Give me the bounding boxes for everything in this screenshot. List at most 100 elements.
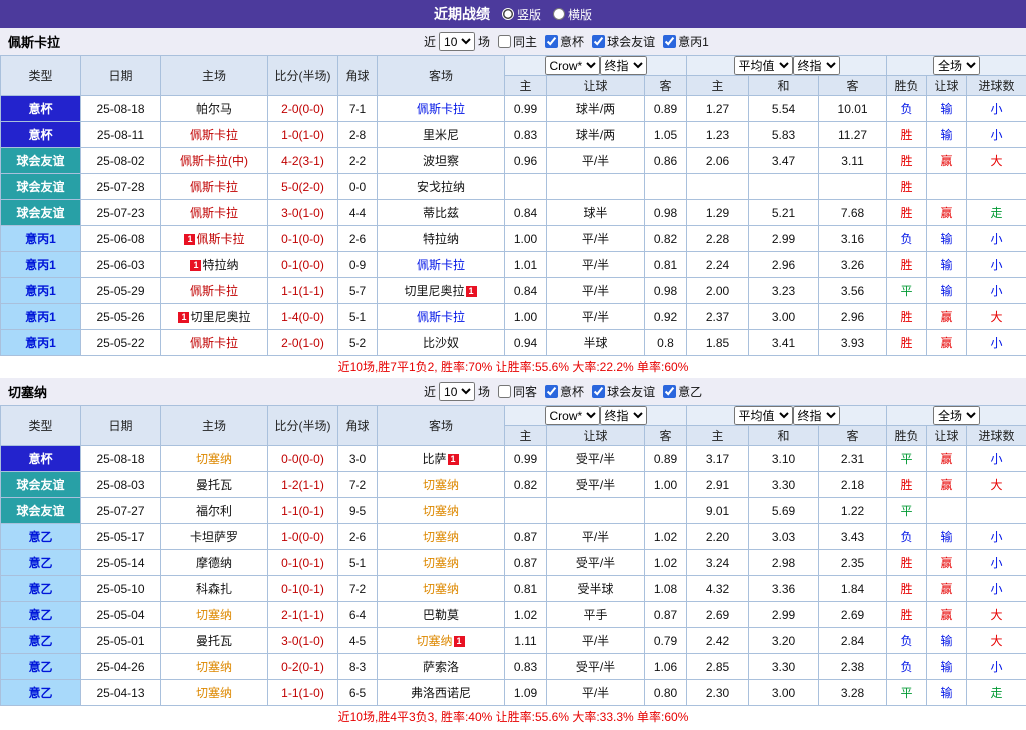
team-link[interactable]: 卡坦萨罗 bbox=[190, 530, 238, 544]
team-cell: 1特拉纳 bbox=[161, 252, 268, 278]
team-link[interactable]: 切塞纳 bbox=[423, 530, 459, 544]
bookmaker-select[interactable]: Crow* bbox=[545, 56, 600, 75]
team-link[interactable]: 曼托瓦 bbox=[196, 478, 232, 492]
team-link[interactable]: 里米尼 bbox=[423, 128, 459, 142]
team-link[interactable]: 特拉纳 bbox=[423, 232, 459, 246]
team-link[interactable]: 切塞纳 bbox=[196, 660, 232, 674]
filter-checkbox[interactable] bbox=[663, 385, 676, 398]
result-cell: 负 bbox=[887, 628, 927, 654]
vertical-radio-input[interactable] bbox=[502, 8, 514, 20]
filter-checkbox[interactable] bbox=[498, 35, 511, 48]
score-link[interactable]: 2-1(1-1) bbox=[281, 608, 324, 622]
red-card-badge: 1 bbox=[448, 454, 459, 465]
bookmaker-select[interactable]: Crow* bbox=[545, 406, 600, 425]
team-link[interactable]: 摩德纳 bbox=[196, 556, 232, 570]
filter-checkbox-label[interactable]: 同主 bbox=[498, 33, 537, 50]
horizontal-radio-input[interactable] bbox=[553, 8, 565, 20]
score-link[interactable]: 2-0(0-0) bbox=[281, 102, 324, 116]
team-link[interactable]: 佩斯卡拉 bbox=[190, 128, 238, 142]
score-link[interactable]: 5-0(2-0) bbox=[281, 180, 324, 194]
filter-checkbox[interactable] bbox=[498, 385, 511, 398]
team-link[interactable]: 切塞纳 bbox=[196, 686, 232, 700]
filter-checkbox-label[interactable]: 意丙1 bbox=[663, 33, 709, 50]
team-link[interactable]: 曼托瓦 bbox=[196, 634, 232, 648]
team-link[interactable]: 佩斯卡拉 bbox=[417, 102, 465, 116]
filter-checkbox-label[interactable]: 意乙 bbox=[663, 383, 702, 400]
red-card-badge: 1 bbox=[466, 286, 477, 297]
layout-radio-vertical[interactable]: 竖版 bbox=[502, 6, 541, 23]
bookmaker-final-select[interactable]: 终指 bbox=[600, 56, 647, 75]
filter-checkbox-label[interactable]: 意杯 bbox=[545, 383, 584, 400]
filter-checkbox-label[interactable]: 同客 bbox=[498, 383, 537, 400]
score-link[interactable]: 0-1(0-1) bbox=[281, 556, 324, 570]
average-final-select[interactable]: 终指 bbox=[793, 56, 840, 75]
score-link[interactable]: 2-0(1-0) bbox=[281, 336, 324, 350]
bookmaker-final-select[interactable]: 终指 bbox=[600, 406, 647, 425]
score-link[interactable]: 0-1(0-0) bbox=[281, 232, 324, 246]
team-link[interactable]: 佩斯卡拉 bbox=[190, 336, 238, 350]
layout-radio-horizontal[interactable]: 横版 bbox=[553, 6, 592, 23]
team-link[interactable]: 帕尔马 bbox=[196, 102, 232, 116]
team-link[interactable]: 蒂比兹 bbox=[423, 206, 459, 220]
average-select[interactable]: 平均值 bbox=[734, 56, 793, 75]
score-link[interactable]: 0-1(0-1) bbox=[281, 582, 324, 596]
filter-checkbox[interactable] bbox=[663, 35, 676, 48]
team-link[interactable]: 佩斯卡拉 bbox=[190, 206, 238, 220]
team-link[interactable]: 佩斯卡拉 bbox=[190, 284, 238, 298]
team-link[interactable]: 波坦察 bbox=[423, 154, 459, 168]
scope-select[interactable]: 全场 bbox=[933, 56, 980, 75]
filter-checkbox-label[interactable]: 球会友谊 bbox=[592, 383, 655, 400]
team-link[interactable]: 弗洛西诺尼 bbox=[411, 686, 471, 700]
score-link[interactable]: 0-2(0-1) bbox=[281, 660, 324, 674]
team-link[interactable]: 佩斯卡拉(中) bbox=[180, 154, 248, 168]
team-link[interactable]: 佩斯卡拉 bbox=[417, 258, 465, 272]
team-link[interactable]: 福尔利 bbox=[196, 504, 232, 518]
filter-checkbox[interactable] bbox=[592, 35, 605, 48]
score-link[interactable]: 4-2(3-1) bbox=[281, 154, 324, 168]
team-link[interactable]: 比沙奴 bbox=[423, 336, 459, 350]
filter-checkbox[interactable] bbox=[545, 35, 558, 48]
score-link[interactable]: 0-0(0-0) bbox=[281, 452, 324, 466]
team-link[interactable]: 切里尼奥拉 bbox=[190, 310, 250, 324]
team-link[interactable]: 佩斯卡拉 bbox=[417, 310, 465, 324]
team-link[interactable]: 切塞纳 bbox=[423, 582, 459, 596]
team-link[interactable]: 巴勒莫 bbox=[423, 608, 459, 622]
result-cell: 小 bbox=[967, 524, 1026, 550]
team-link[interactable]: 比萨 bbox=[422, 452, 446, 466]
score-link[interactable]: 1-1(1-0) bbox=[281, 686, 324, 700]
team-link[interactable]: 切塞纳 bbox=[416, 634, 452, 648]
match-count-select[interactable]: 10 bbox=[439, 382, 475, 401]
team-cell: 1佩斯卡拉 bbox=[161, 226, 268, 252]
score-link[interactable]: 1-0(1-0) bbox=[281, 128, 324, 142]
score-link[interactable]: 3-0(1-0) bbox=[281, 206, 324, 220]
filter-checkbox[interactable] bbox=[545, 385, 558, 398]
score-link[interactable]: 1-0(0-0) bbox=[281, 530, 324, 544]
team-link[interactable]: 切塞纳 bbox=[423, 556, 459, 570]
score-link[interactable]: 1-2(1-1) bbox=[281, 478, 324, 492]
score-link[interactable]: 3-0(1-0) bbox=[281, 634, 324, 648]
team-link[interactable]: 切塞纳 bbox=[423, 504, 459, 518]
score-link[interactable]: 1-4(0-0) bbox=[281, 310, 324, 324]
filter-checkbox[interactable] bbox=[592, 385, 605, 398]
team-link[interactable]: 切塞纳 bbox=[423, 478, 459, 492]
match-count-select[interactable]: 10 bbox=[439, 32, 475, 51]
filter-checkbox-label[interactable]: 球会友谊 bbox=[592, 33, 655, 50]
team-link[interactable]: 切里尼奥拉 bbox=[404, 284, 464, 298]
filter-label: 球会友谊 bbox=[607, 383, 655, 400]
team-link[interactable]: 佩斯卡拉 bbox=[196, 232, 244, 246]
average-select[interactable]: 平均值 bbox=[734, 406, 793, 425]
team-link[interactable]: 特拉纳 bbox=[202, 258, 238, 272]
team-link[interactable]: 萨索洛 bbox=[423, 660, 459, 674]
filter-checkbox-label[interactable]: 意杯 bbox=[545, 33, 584, 50]
team-link[interactable]: 切塞纳 bbox=[196, 608, 232, 622]
team-link[interactable]: 切塞纳 bbox=[196, 452, 232, 466]
team-link[interactable]: 科森扎 bbox=[196, 582, 232, 596]
team-link[interactable]: 佩斯卡拉 bbox=[190, 180, 238, 194]
average-final-select[interactable]: 终指 bbox=[793, 406, 840, 425]
team-link[interactable]: 安戈拉纳 bbox=[417, 180, 465, 194]
scope-select[interactable]: 全场 bbox=[933, 406, 980, 425]
score-link[interactable]: 1-1(1-1) bbox=[281, 284, 324, 298]
score-cell: 3-0(1-0) bbox=[268, 628, 338, 654]
score-link[interactable]: 1-1(0-1) bbox=[281, 504, 324, 518]
score-link[interactable]: 0-1(0-0) bbox=[281, 258, 324, 272]
